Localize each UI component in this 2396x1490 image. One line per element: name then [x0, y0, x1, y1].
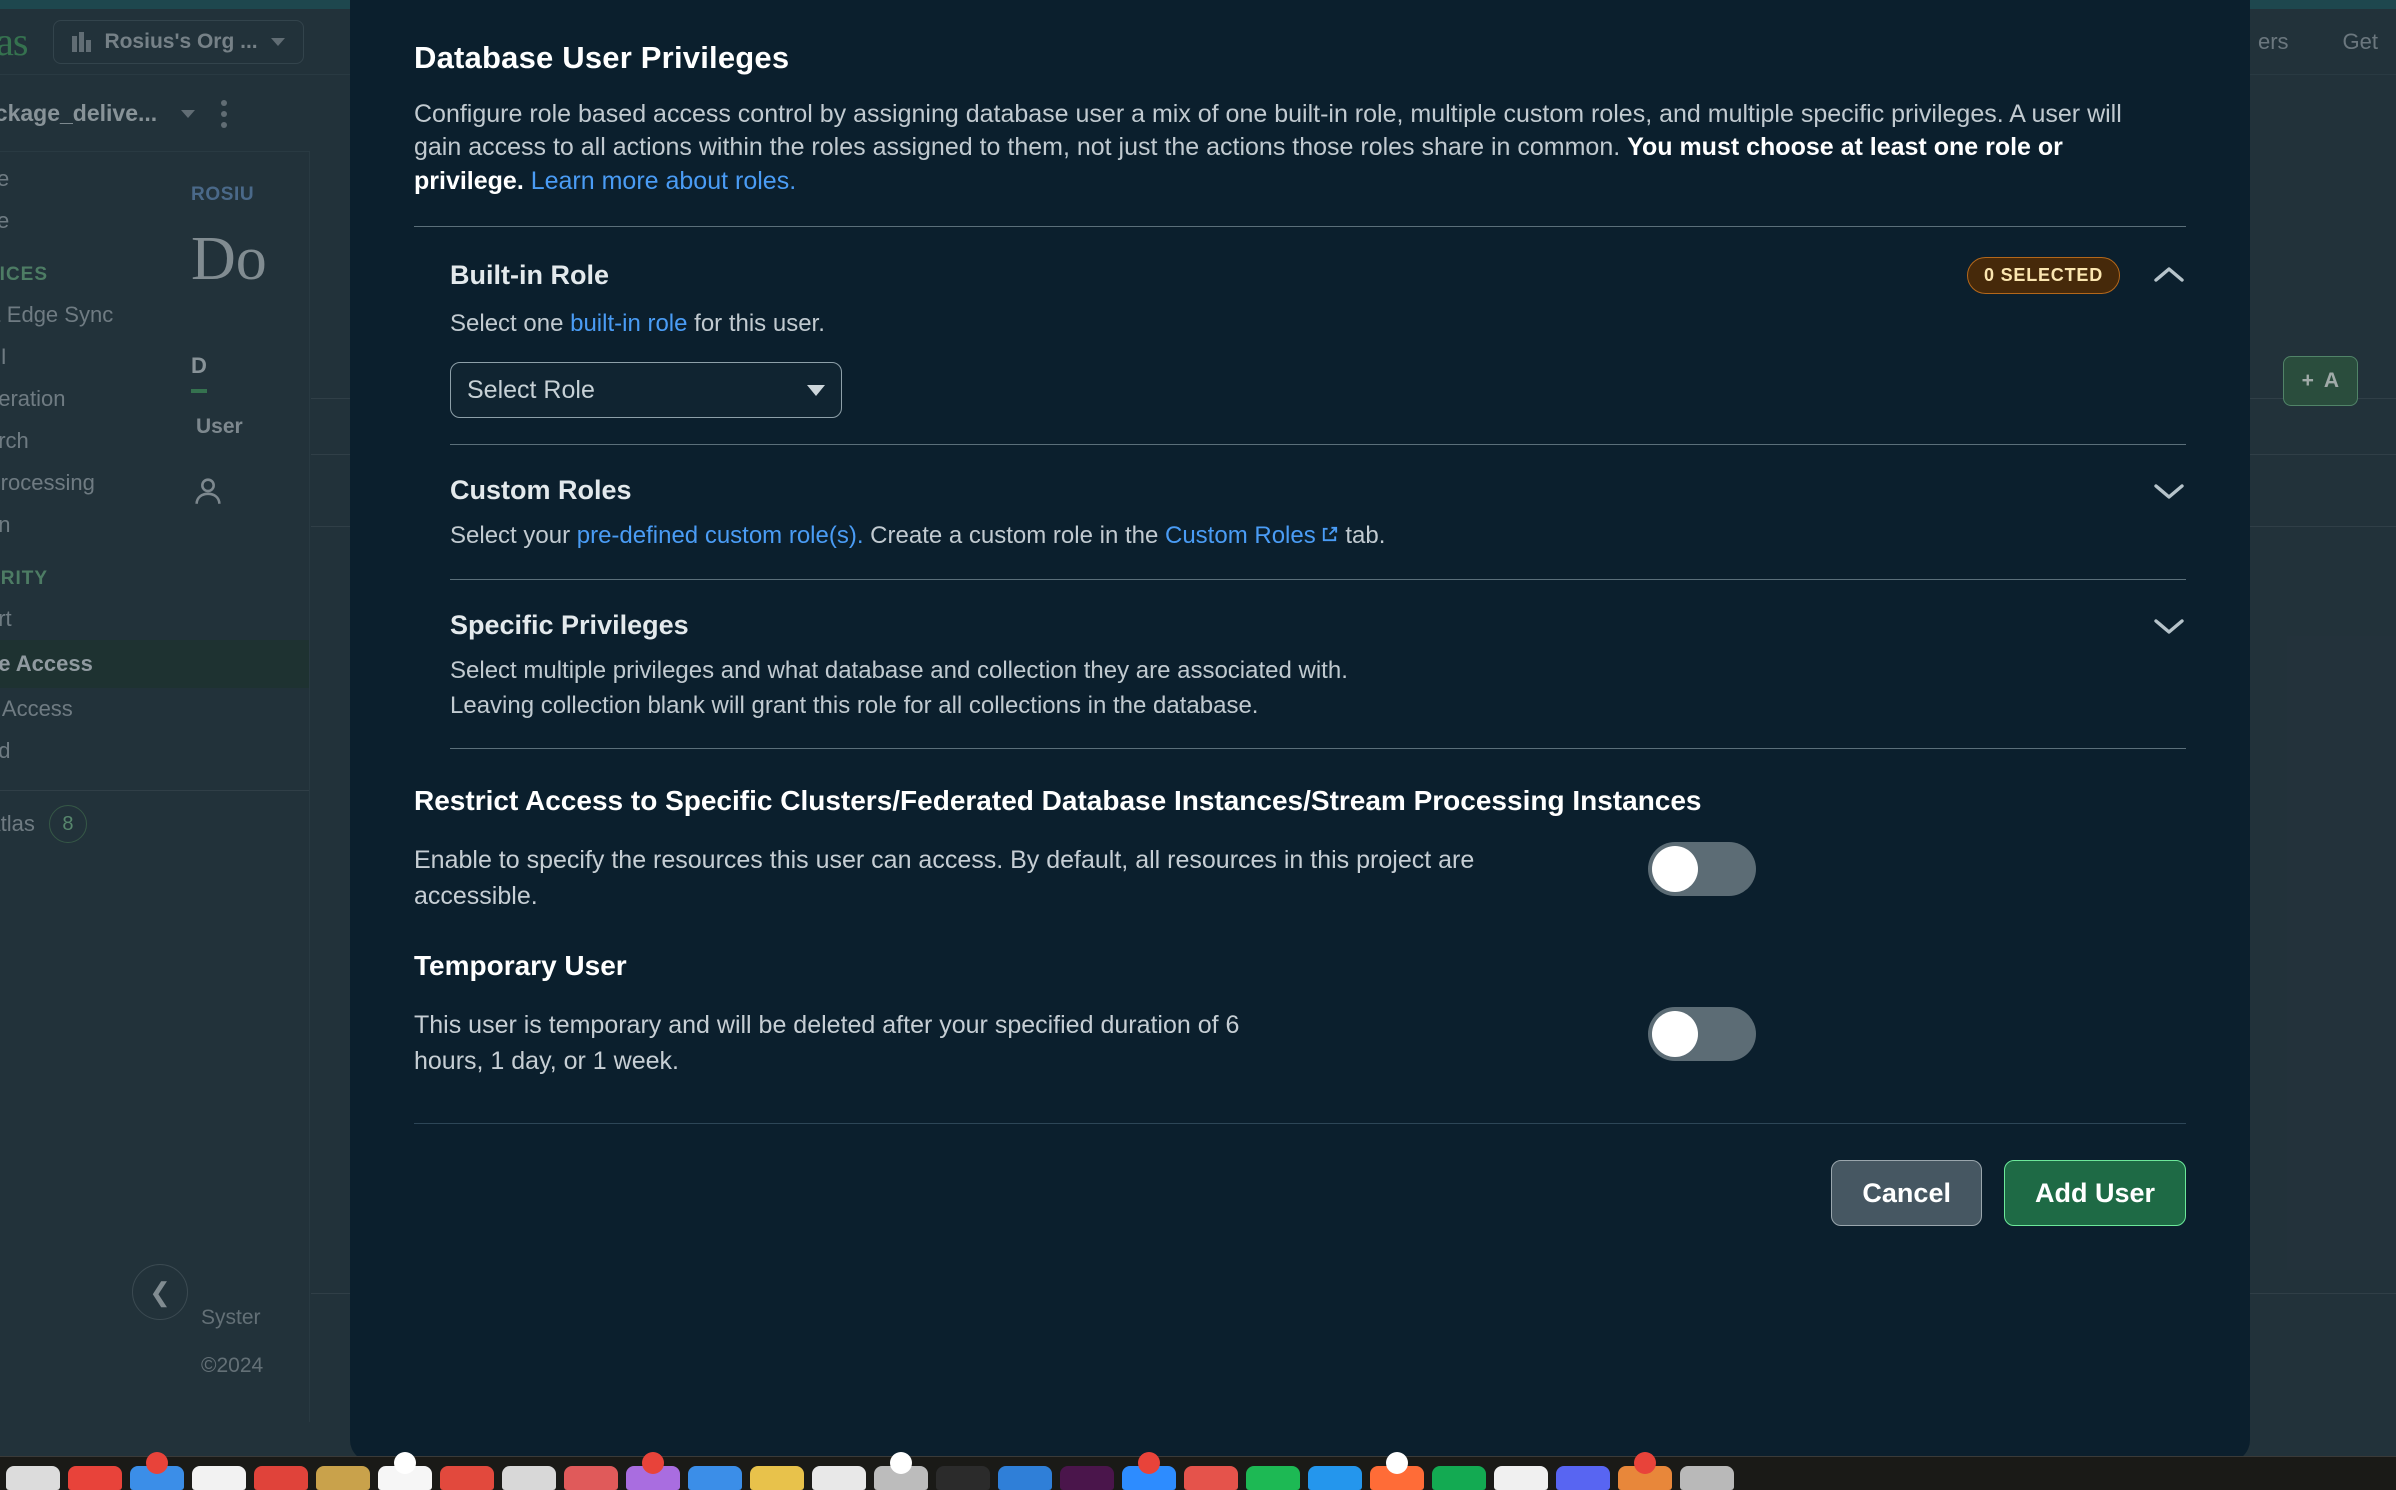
facetime-icon[interactable]: [688, 1466, 742, 1490]
custom-roles-header[interactable]: Custom Roles: [450, 475, 2186, 506]
appstore-icon[interactable]: [812, 1466, 866, 1490]
cancel-button[interactable]: Cancel: [1831, 1160, 1982, 1226]
pre-defined-custom-roles-link[interactable]: pre-defined custom role(s).: [577, 522, 864, 549]
figma-icon[interactable]: [1184, 1466, 1238, 1490]
specific-privileges-header[interactable]: Specific Privileges: [450, 610, 2186, 641]
chrome-icon[interactable]: [192, 1466, 246, 1490]
builtin-role-selected-badge: 0 SELECTED: [1967, 257, 2120, 294]
divider-specific-restrict: [450, 748, 2186, 749]
dock-badge: [1138, 1452, 1160, 1474]
spotify-icon[interactable]: [1246, 1466, 1300, 1490]
custom-roles-subtitle: Select your pre-defined custom role(s). …: [450, 520, 2186, 553]
finder-icon[interactable]: [6, 1466, 60, 1490]
firefox-icon[interactable]: [1618, 1466, 1672, 1490]
modal-description: Configure role based access control by a…: [414, 98, 2174, 198]
dock-badge: [890, 1452, 912, 1474]
restrict-access-toggle[interactable]: [1648, 842, 1756, 896]
launchpad-icon[interactable]: [68, 1466, 122, 1490]
add-user-button[interactable]: Add User: [2004, 1160, 2186, 1226]
dock-badge: [394, 1452, 416, 1474]
specific-privileges-line-1: Select multiple privileges and what data…: [450, 655, 2186, 688]
custom-roles-section: Custom Roles Select your pre-defined cus…: [414, 445, 2186, 579]
select-role-dropdown[interactable]: Select Role: [450, 362, 842, 418]
builtin-role-subtitle: Select one built-in role for this user.: [450, 308, 2186, 341]
builtin-role-sub-prefix: Select one: [450, 310, 570, 337]
system-dock[interactable]: [0, 1456, 2396, 1490]
custom-roles-sub-prefix: Select your: [450, 522, 577, 549]
mongodb-icon[interactable]: [1432, 1466, 1486, 1490]
temporary-user-title: Temporary User: [414, 948, 1714, 985]
toggle-knob: [1652, 846, 1698, 892]
modal-footer: Cancel Add User: [414, 1124, 2186, 1226]
database-user-privileges-modal: Database User Privileges Configure role …: [350, 0, 2250, 1462]
learn-more-about-roles-link[interactable]: Learn more about roles.: [524, 167, 796, 195]
messages-icon[interactable]: [626, 1466, 680, 1490]
settings-icon[interactable]: [874, 1466, 928, 1490]
screen: las Rosius's Org ... ers Get ackage_deli…: [0, 0, 2396, 1490]
restrict-access-title: Restrict Access to Specific Clusters/Fed…: [414, 783, 1714, 820]
zoom-icon[interactable]: [1122, 1466, 1176, 1490]
dock-badge: [642, 1452, 664, 1474]
external-link-icon: [1320, 521, 1339, 540]
modal-title: Database User Privileges: [414, 40, 2186, 76]
vscode-icon[interactable]: [998, 1466, 1052, 1490]
dock-badge: [146, 1452, 168, 1474]
mail-icon[interactable]: [254, 1466, 308, 1490]
custom-roles-title: Custom Roles: [450, 475, 632, 506]
builtin-role-section: Built-in Role 0 SELECTED Select one buil…: [414, 227, 2186, 445]
custom-roles-sub-suffix: tab.: [1339, 522, 1386, 549]
builtin-role-header[interactable]: Built-in Role 0 SELECTED: [450, 257, 2186, 294]
safari-icon[interactable]: [130, 1466, 184, 1490]
builtin-role-link[interactable]: built-in role: [570, 310, 687, 337]
restrict-access-text: Enable to specify the resources this use…: [414, 842, 1594, 914]
chevron-down-icon[interactable]: [2146, 615, 2186, 637]
dock-badge: [1386, 1452, 1408, 1474]
select-role-value: Select Role: [467, 376, 595, 405]
trash-icon[interactable]: [1680, 1466, 1734, 1490]
temporary-user-text: This user is temporary and will be delet…: [414, 1007, 1274, 1079]
slack-icon[interactable]: [1060, 1466, 1114, 1490]
restrict-access-block: Restrict Access to Specific Clusters/Fed…: [414, 783, 2186, 914]
calendar-icon[interactable]: [316, 1466, 370, 1490]
specific-privileges-section: Specific Privileges Select multiple priv…: [414, 580, 2186, 748]
music-icon[interactable]: [502, 1466, 556, 1490]
discord-icon[interactable]: [1556, 1466, 1610, 1490]
reminders-icon[interactable]: [440, 1466, 494, 1490]
custom-roles-tab-link[interactable]: Custom Roles: [1165, 522, 1316, 549]
dock-badge: [1634, 1452, 1656, 1474]
notes-icon[interactable]: [378, 1466, 432, 1490]
restrict-access-row: Enable to specify the resources this use…: [414, 842, 2186, 914]
temporary-user-row: This user is temporary and will be delet…: [414, 1007, 2186, 1079]
temporary-user-toggle[interactable]: [1648, 1007, 1756, 1061]
photos-icon[interactable]: [564, 1466, 618, 1490]
custom-roles-sub-mid: Create a custom role in the: [864, 522, 1165, 549]
toggle-knob: [1652, 1011, 1698, 1057]
specific-privileges-line-2: Leaving collection blank will grant this…: [450, 690, 2186, 723]
notion-icon[interactable]: [1494, 1466, 1548, 1490]
specific-privileges-title: Specific Privileges: [450, 610, 689, 641]
docker-icon[interactable]: [1308, 1466, 1362, 1490]
chevron-down-icon: [807, 385, 825, 396]
postman-icon[interactable]: [1370, 1466, 1424, 1490]
terminal-icon[interactable]: [936, 1466, 990, 1490]
builtin-role-sub-suffix: for this user.: [687, 310, 824, 337]
chevron-down-icon[interactable]: [2146, 480, 2186, 502]
temporary-user-block: Temporary User This user is temporary an…: [414, 948, 2186, 1079]
builtin-role-title: Built-in Role: [450, 260, 609, 291]
chevron-up-icon[interactable]: [2146, 264, 2186, 286]
maps-icon[interactable]: [750, 1466, 804, 1490]
